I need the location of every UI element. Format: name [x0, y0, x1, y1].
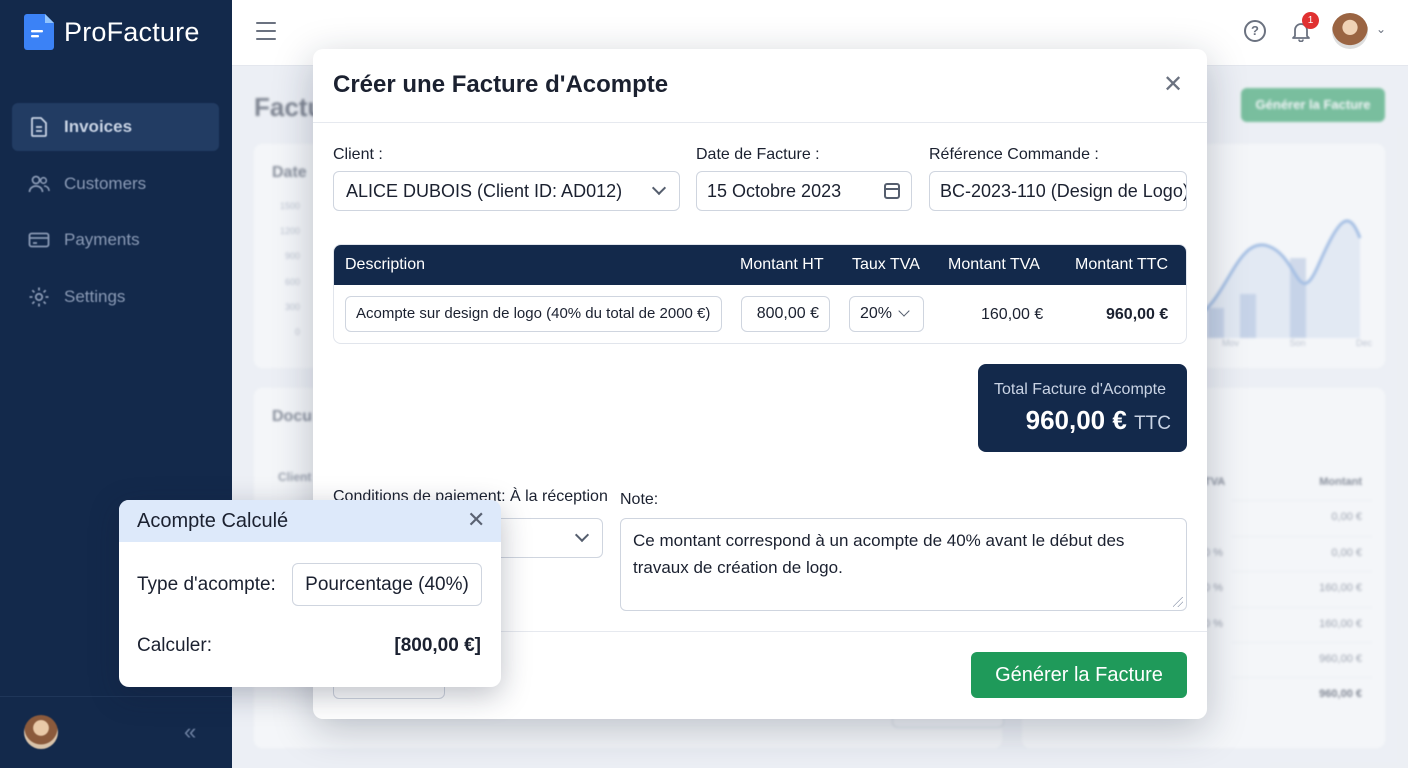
montant-ttc-value: 960,00 € — [1106, 306, 1169, 323]
help-icon[interactable]: ? — [1244, 20, 1266, 42]
sidebar-item-settings[interactable]: Settings — [12, 273, 219, 321]
header-montant-tva: Montant TVA — [948, 256, 1040, 273]
sidebar-item-label: Payments — [64, 230, 140, 249]
credit-card-icon — [28, 232, 50, 248]
header-description: Description — [345, 256, 426, 273]
menu-icon[interactable] — [256, 22, 276, 40]
total-amount: 960,00 € — [1025, 405, 1127, 435]
sidebar-nav: Invoices Customers Payments Settings — [12, 103, 219, 329]
chevron-down-icon — [898, 305, 910, 317]
file-icon — [31, 117, 47, 137]
gear-icon — [29, 287, 49, 306]
sidebar-item-customers[interactable]: Customers — [12, 160, 219, 208]
calculate-label: Calculer: — [137, 635, 212, 656]
calendar-icon[interactable] — [884, 183, 900, 199]
reference-label: Référence Commande : — [929, 146, 1099, 163]
chevron-down-icon[interactable]: ⌄ — [1376, 22, 1386, 36]
close-icon[interactable]: ✕ — [467, 509, 485, 531]
date-value: 15 Octobre 2023 — [707, 181, 842, 201]
note-label: Note: — [620, 491, 659, 508]
user-avatar[interactable] — [24, 715, 58, 749]
date-field[interactable]: 15 Octobre 2023 — [696, 171, 912, 211]
brand[interactable]: ProFacture — [24, 14, 200, 50]
client-select[interactable]: ALICE DUBOIS (Client ID: AD012) — [333, 171, 680, 211]
table-header: Description Montant HT Taux TVA Montant … — [334, 245, 1186, 285]
collapse-sidebar-icon[interactable]: « — [184, 719, 196, 745]
top-avatar[interactable] — [1332, 13, 1368, 49]
sidebar-item-label: Settings — [64, 286, 126, 306]
header-montant-ht: Montant HT — [740, 256, 824, 273]
app-name: ProFacture — [64, 16, 200, 47]
generate-invoice-button[interactable]: Générer la Facture — [971, 652, 1187, 698]
tva-rate-value: 20% — [860, 305, 893, 322]
popup-header: Acompte Calculé ✕ — [119, 500, 501, 542]
line-items-table: Description Montant HT Taux TVA Montant … — [333, 244, 1187, 344]
modal-header: Créer une Facture d'Acompte ✕ — [313, 49, 1207, 123]
reference-value: BC-2023-110 (Design de Logo) — [940, 181, 1187, 201]
description-input[interactable]: Acompte sur design de logo (40% du total… — [345, 296, 722, 332]
modal-title: Créer une Facture d'Acompte — [333, 71, 669, 98]
notification-badge: 1 — [1302, 12, 1319, 29]
total-suffix: TTC — [1134, 413, 1171, 434]
montant-tva-value: 160,00 € — [981, 306, 1044, 323]
popup-title: Acompte Calculé — [137, 510, 289, 532]
users-icon — [28, 175, 50, 192]
calculated-value: [800,00 €] — [394, 635, 481, 656]
header-taux-tva: Taux TVA — [852, 256, 920, 273]
deposit-calculated-popup: Acompte Calculé ✕ Type d'acompte: Pource… — [119, 500, 501, 687]
total-value: 960,00 € TTC — [1026, 405, 1171, 436]
close-icon[interactable]: ✕ — [1163, 73, 1183, 97]
header-montant-ttc: Montant TTC — [1075, 256, 1169, 273]
total-label: Total Facture d'Acompte — [994, 381, 1167, 398]
sidebar-item-label: Invoices — [64, 117, 133, 136]
total-summary: Total Facture d'Acompte 960,00 € TTC — [978, 364, 1187, 452]
montant-ht-input[interactable]: 800,00 € — [741, 296, 830, 332]
chevron-down-icon — [651, 180, 667, 196]
sidebar-item-invoices[interactable]: Invoices — [12, 103, 219, 151]
sidebar-footer: « — [0, 696, 232, 768]
client-select-value: ALICE DUBOIS (Client ID: AD012) — [346, 181, 623, 201]
document-logo-icon — [24, 14, 54, 50]
tva-rate-select[interactable]: 20% — [849, 296, 924, 332]
resize-handle-icon[interactable] — [1173, 597, 1183, 607]
note-textarea[interactable]: Ce montant correspond à un acompte de 40… — [620, 518, 1187, 611]
sidebar-item-label: Customers — [64, 173, 147, 193]
payment-terms-select[interactable] — [493, 518, 603, 558]
chevron-down-icon — [574, 527, 590, 543]
reference-field[interactable]: BC-2023-110 (Design de Logo) — [929, 171, 1187, 211]
deposit-type-field[interactable]: Pourcentage (40%) — [292, 563, 482, 606]
note-text: Ce montant correspond à un acompte de 40… — [633, 531, 1125, 577]
sidebar-item-payments[interactable]: Payments — [12, 216, 219, 264]
client-label: Client : — [333, 146, 383, 163]
date-label: Date de Facture : — [696, 146, 820, 163]
deposit-type-label: Type d'acompte: — [137, 574, 276, 595]
